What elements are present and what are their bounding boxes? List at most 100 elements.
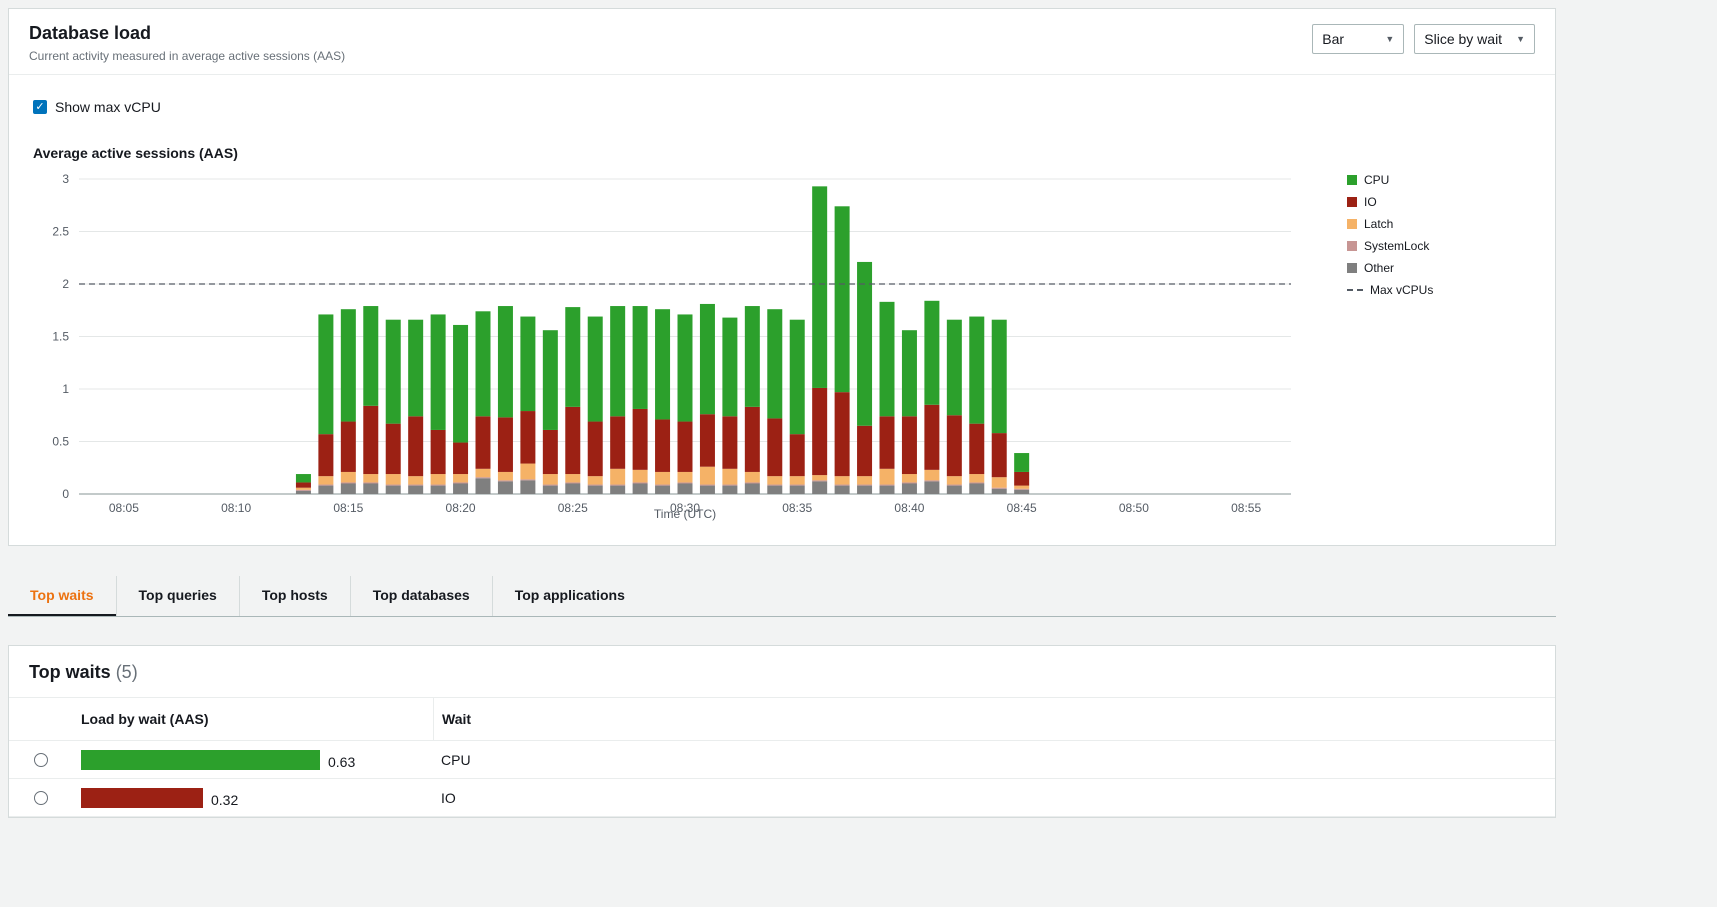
bar-segment-io[interactable]	[363, 406, 378, 474]
bar-segment-latch[interactable]	[880, 469, 895, 485]
bar-segment-latch[interactable]	[812, 475, 827, 480]
bar-segment-io[interactable]	[700, 414, 715, 467]
bar-segment-cpu[interactable]	[745, 306, 760, 407]
bar-segment-systemlock[interactable]	[902, 482, 917, 483]
bar-segment-cpu[interactable]	[453, 325, 468, 443]
bar-segment-cpu[interactable]	[498, 306, 513, 417]
bar-segment-latch[interactable]	[655, 472, 670, 485]
bar-segment-latch[interactable]	[565, 474, 580, 482]
bar-segment-latch[interactable]	[767, 476, 782, 484]
bar-segment-latch[interactable]	[700, 467, 715, 485]
bar-segment-latch[interactable]	[476, 469, 491, 477]
chart-type-select[interactable]: Bar ▼	[1312, 24, 1404, 54]
bar-segment-cpu[interactable]	[835, 206, 850, 392]
tab-top-queries[interactable]: Top queries	[116, 576, 239, 616]
bar-segment-cpu[interactable]	[678, 314, 693, 421]
bar-segment-other[interactable]	[969, 484, 984, 495]
bar-segment-systemlock[interactable]	[790, 485, 805, 486]
bar-segment-io[interactable]	[318, 434, 333, 476]
bar-segment-systemlock[interactable]	[498, 480, 513, 481]
bar-segment-other[interactable]	[857, 486, 872, 494]
bar-segment-io[interactable]	[610, 416, 625, 469]
bar-segment-other[interactable]	[386, 486, 401, 494]
bar-segment-other[interactable]	[408, 486, 423, 494]
bar-segment-cpu[interactable]	[476, 311, 491, 416]
bar-segment-io[interactable]	[386, 424, 401, 474]
bar-segment-latch[interactable]	[296, 488, 311, 490]
bar-segment-systemlock[interactable]	[318, 485, 333, 486]
bar-segment-systemlock[interactable]	[476, 477, 491, 478]
bar-segment-latch[interactable]	[363, 474, 378, 482]
bar-segment-systemlock[interactable]	[655, 485, 670, 486]
bar-segment-other[interactable]	[431, 486, 446, 494]
bar-segment-latch[interactable]	[1014, 486, 1029, 489]
bar-segment-other[interactable]	[633, 484, 648, 495]
bar-segment-cpu[interactable]	[1014, 453, 1029, 472]
bar-segment-other[interactable]	[678, 484, 693, 495]
bar-segment-systemlock[interactable]	[408, 485, 423, 486]
bar-segment-cpu[interactable]	[431, 314, 446, 430]
bar-segment-other[interactable]	[655, 486, 670, 494]
bar-segment-systemlock[interactable]	[857, 485, 872, 486]
bar-segment-cpu[interactable]	[947, 320, 962, 416]
bar-segment-latch[interactable]	[498, 472, 513, 480]
bar-segment-other[interactable]	[543, 486, 558, 494]
bar-segment-systemlock[interactable]	[341, 482, 356, 483]
bar-segment-cpu[interactable]	[588, 317, 603, 422]
tab-top-databases[interactable]: Top databases	[350, 576, 492, 616]
bar-segment-latch[interactable]	[857, 476, 872, 484]
bar-segment-latch[interactable]	[386, 474, 401, 485]
bar-segment-cpu[interactable]	[386, 320, 401, 424]
bar-segment-io[interactable]	[655, 419, 670, 472]
bar-segment-other[interactable]	[453, 484, 468, 495]
bar-segment-other[interactable]	[1014, 490, 1029, 494]
bar-segment-systemlock[interactable]	[969, 482, 984, 483]
bar-segment-cpu[interactable]	[767, 309, 782, 418]
bar-segment-io[interactable]	[812, 388, 827, 475]
bar-segment-cpu[interactable]	[812, 186, 827, 388]
bar-segment-other[interactable]	[835, 486, 850, 494]
bar-segment-io[interactable]	[588, 422, 603, 477]
bar-segment-io[interactable]	[857, 426, 872, 476]
bar-segment-latch[interactable]	[745, 472, 760, 483]
bar-segment-systemlock[interactable]	[880, 485, 895, 486]
bar-segment-io[interactable]	[565, 407, 580, 474]
bar-segment-other[interactable]	[341, 484, 356, 495]
bar-segment-latch[interactable]	[947, 476, 962, 484]
bar-segment-systemlock[interactable]	[296, 490, 311, 491]
bar-segment-latch[interactable]	[408, 476, 423, 484]
bar-segment-other[interactable]	[498, 481, 513, 494]
tab-top-hosts[interactable]: Top hosts	[239, 576, 350, 616]
bar-segment-cpu[interactable]	[857, 262, 872, 426]
bar-segment-io[interactable]	[969, 424, 984, 474]
bar-segment-cpu[interactable]	[902, 330, 917, 416]
bar-segment-io[interactable]	[296, 482, 311, 487]
bar-segment-io[interactable]	[431, 430, 446, 474]
bar-segment-cpu[interactable]	[992, 320, 1007, 433]
bar-segment-other[interactable]	[363, 484, 378, 495]
bar-segment-other[interactable]	[722, 486, 737, 494]
bar-segment-other[interactable]	[767, 486, 782, 494]
bar-segment-other[interactable]	[296, 491, 311, 494]
bar-segment-io[interactable]	[722, 416, 737, 469]
bar-segment-cpu[interactable]	[633, 306, 648, 409]
bar-segment-systemlock[interactable]	[565, 482, 580, 483]
bar-segment-io[interactable]	[520, 411, 535, 464]
bar-segment-cpu[interactable]	[924, 301, 939, 405]
bar-segment-other[interactable]	[610, 486, 625, 494]
bar-segment-cpu[interactable]	[318, 314, 333, 434]
bar-segment-latch[interactable]	[453, 474, 468, 482]
bar-segment-io[interactable]	[902, 416, 917, 474]
bar-segment-latch[interactable]	[520, 464, 535, 480]
bar-segment-latch[interactable]	[543, 474, 558, 485]
bar-segment-io[interactable]	[767, 418, 782, 476]
bar-segment-other[interactable]	[947, 486, 962, 494]
bar-segment-other[interactable]	[745, 484, 760, 495]
bar-segment-io[interactable]	[924, 405, 939, 470]
bar-segment-systemlock[interactable]	[363, 482, 378, 483]
bar-segment-latch[interactable]	[318, 476, 333, 484]
bar-segment-other[interactable]	[790, 486, 805, 494]
bar-segment-systemlock[interactable]	[543, 485, 558, 486]
slice-by-select[interactable]: Slice by wait ▼	[1414, 24, 1535, 54]
bar-segment-systemlock[interactable]	[386, 485, 401, 486]
